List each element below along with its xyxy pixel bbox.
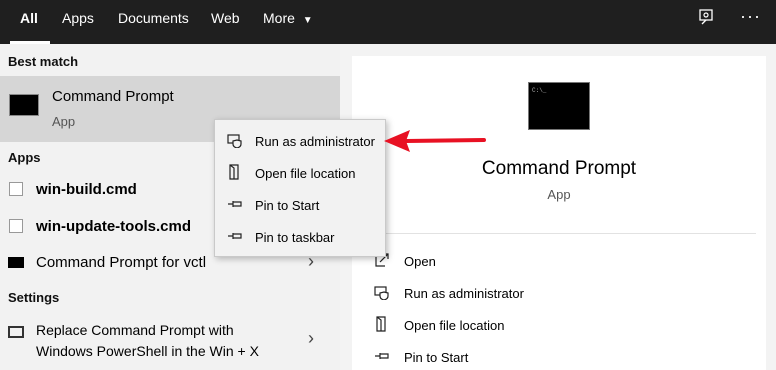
tab-apps[interactable]: Apps — [62, 0, 94, 44]
search-filter-bar: All Apps Documents Web More ▼ ··· — [0, 0, 776, 44]
folder-icon — [374, 316, 390, 335]
context-item-label: Open file location — [255, 166, 356, 181]
context-pin-to-taskbar[interactable]: Pin to taskbar — [215, 220, 385, 252]
preview-subtitle: App — [547, 187, 571, 202]
more-options-icon[interactable]: ··· — [740, 6, 761, 27]
svg-text:C:\_: C:\_ — [532, 87, 547, 94]
tab-documents[interactable]: Documents — [118, 0, 189, 44]
script-file-icon — [9, 182, 23, 196]
tab-web[interactable]: Web — [211, 0, 240, 44]
apps-header: Apps — [8, 150, 41, 165]
action-label: Pin to Start — [404, 350, 469, 365]
command-prompt-large-icon: C:\_ — [528, 82, 590, 130]
context-menu: Run as administrator Open file location … — [214, 119, 386, 257]
script-file-icon — [9, 219, 23, 233]
context-item-label: Pin to taskbar — [255, 230, 335, 245]
command-prompt-icon — [9, 94, 39, 116]
list-item[interactable]: Replace Command Prompt with Windows Powe… — [0, 314, 340, 364]
chevron-down-icon: ▼ — [302, 15, 313, 26]
list-item-label: Replace Command Prompt with — [36, 322, 234, 338]
chevron-right-icon[interactable]: › — [308, 328, 314, 349]
context-open-file-location[interactable]: Open file location — [215, 156, 385, 188]
settings-icon — [8, 326, 24, 338]
context-pin-to-start[interactable]: Pin to Start — [215, 188, 385, 220]
feedback-icon[interactable] — [698, 8, 716, 31]
list-item-label: win-build.cmd — [36, 181, 137, 198]
folder-icon — [227, 164, 243, 183]
list-item-label-cont: Windows PowerShell in the Win + X — [36, 343, 259, 359]
divider — [362, 233, 756, 234]
pin-icon — [227, 196, 243, 215]
action-label: Open file location — [404, 318, 505, 333]
annotation-arrow-icon — [384, 130, 486, 152]
pin-icon — [227, 228, 243, 247]
action-label: Open — [404, 254, 436, 269]
list-item-label: Command Prompt for vctl — [36, 254, 207, 271]
tab-more[interactable]: More ▼ — [263, 0, 313, 44]
pin-icon — [374, 348, 390, 367]
tab-more-label: More — [263, 10, 295, 26]
shield-icon — [227, 132, 243, 151]
context-item-label: Run as administrator — [255, 134, 375, 149]
shield-icon — [374, 284, 390, 303]
action-label: Run as administrator — [404, 286, 524, 301]
best-match-subtitle: App — [52, 114, 76, 129]
settings-header: Settings — [8, 290, 60, 305]
preview-title: Command Prompt — [481, 158, 637, 179]
best-match-header: Best match — [8, 54, 79, 69]
list-item-label: win-update-tools.cmd — [36, 218, 191, 235]
context-item-label: Pin to Start — [255, 198, 320, 213]
preview-pane: C:\_ Command Prompt App Open Run as admi… — [352, 56, 766, 370]
context-run-as-admin[interactable]: Run as administrator — [215, 124, 385, 156]
tab-all[interactable]: All — [20, 0, 38, 44]
best-match-title: Command Prompt — [52, 88, 174, 105]
command-prompt-icon — [8, 257, 24, 268]
